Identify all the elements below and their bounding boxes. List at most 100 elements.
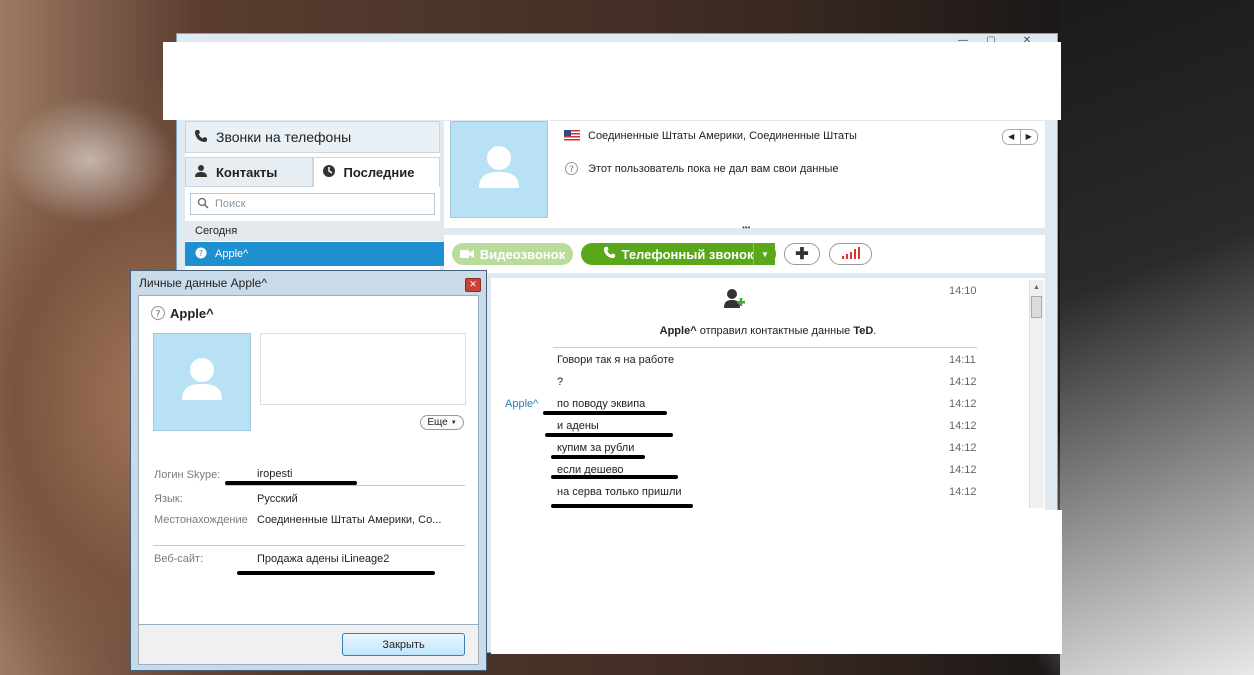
group-header-today: Сегодня [185, 221, 450, 241]
add-button[interactable]: ✚ [784, 243, 820, 265]
phone-call-dropdown[interactable]: ▼ [753, 243, 776, 265]
close-button-label: Закрыть [382, 638, 425, 651]
chat-message-time: 14:12 [949, 442, 977, 454]
profile-pager: ◀ ▶ [1002, 129, 1038, 145]
recent-item-apple[interactable]: ? Apple^ [185, 242, 450, 266]
redaction-mark [551, 455, 645, 459]
person-icon [194, 164, 208, 181]
scroll-up-icon[interactable]: ▲ [1033, 284, 1040, 291]
chat-message-time: 14:12 [949, 420, 977, 432]
redaction-mark [551, 504, 693, 508]
location-label: Местонахождение [154, 514, 248, 526]
plus-icon: ✚ [795, 246, 809, 263]
phone-call-label: Телефонный звонок [621, 246, 754, 262]
scrollbar-thumb[interactable] [1031, 296, 1042, 318]
chat-message: ? [557, 376, 564, 388]
redaction-mark [237, 571, 435, 575]
sidebar: Звонки на телефоны Контакты Последние По… [185, 121, 450, 281]
chat-divider [553, 347, 977, 348]
chat-message-time: 14:11 [949, 354, 976, 366]
chat-message: на серва только пришли [557, 486, 682, 498]
blank-cover-bottom [491, 510, 1062, 654]
redaction-mark [551, 475, 678, 479]
contact-profile-panel: Соединенные Штаты Америки, Соединенные Ш… [444, 121, 1045, 232]
splitter-grip-icon[interactable]: ••• [742, 223, 750, 232]
blank-cover-top [163, 42, 1061, 120]
language-value: Русский [257, 493, 298, 505]
add-contact-icon [723, 288, 745, 313]
profile-notice: Этот пользователь пока не дал вам свои д… [588, 163, 839, 175]
dialog-divider [153, 545, 465, 546]
chat-sender-name[interactable]: Apple^ [505, 398, 538, 410]
close-button[interactable]: Закрыть [342, 633, 465, 656]
phone-icon [194, 129, 208, 146]
search-input[interactable]: Поиск [190, 193, 435, 215]
redaction-mark [543, 411, 667, 415]
chat-message: и адены [557, 420, 599, 432]
chat-header-time: 14:10 [949, 285, 977, 297]
chevron-down-icon: ▼ [450, 419, 457, 426]
website-label: Веб-сайт: [154, 553, 204, 565]
contact-shared-text: отправил контактные данные [699, 325, 851, 337]
svg-text:?: ? [569, 165, 574, 175]
chat-history: 14:10 Apple^ отправил контактные данные … [491, 278, 1045, 510]
chat-message-time: 14:12 [949, 464, 977, 476]
us-flag-icon [564, 130, 580, 144]
website-value[interactable]: Продажа адены iLineage2 [257, 553, 389, 565]
contact-shared-target: TeD [853, 325, 874, 337]
calls-label: Звонки на телефоны [216, 129, 352, 145]
language-label: Язык: [154, 493, 183, 505]
login-value: iropesti [257, 468, 293, 480]
dialog-body: ? Apple^ Еще ▼ Логин Skype: iropesti Язы… [138, 295, 479, 625]
avatar [153, 333, 251, 431]
search-icon [197, 197, 209, 212]
chevron-down-icon: ▼ [761, 249, 769, 259]
contact-shared-suffix: . [873, 325, 877, 337]
video-camera-icon [459, 247, 474, 262]
svg-text:?: ? [199, 249, 203, 258]
contact-shared-sender: Apple^ [659, 325, 697, 337]
dialog-divider [225, 485, 465, 486]
next-arrow-icon[interactable]: ▶ [1021, 130, 1038, 144]
close-icon[interactable]: ✕ [465, 278, 481, 292]
chat-message-time: 14:12 [949, 398, 977, 410]
chat-message-time: 14:12 [949, 376, 977, 388]
phone-call-button[interactable]: Телефонный звонок [581, 243, 775, 265]
chat-message: Говори так я на работе [557, 354, 675, 366]
mood-message-box [260, 333, 466, 405]
tab-recent-label: Последние [343, 165, 415, 180]
dialog-title: Личные данные Apple^ [139, 276, 267, 290]
dialog-contact-name: Apple^ [170, 306, 214, 321]
video-call-button[interactable]: Видеозвонок [452, 243, 573, 265]
login-label: Логин Skype: [154, 469, 221, 481]
background-veil [1060, 0, 1254, 675]
profile-location: Соединенные Штаты Америки, Соединенные Ш… [588, 130, 857, 142]
dialog-footer: Закрыть [138, 625, 479, 665]
avatar [450, 121, 548, 218]
contact-shared-notice: Apple^ отправил контактные данные TeD. [491, 325, 1045, 337]
location-value: Соединенные Штаты Америки, Со... [257, 514, 442, 526]
calls-to-phones-button[interactable]: Звонки на телефоны [185, 121, 440, 153]
tab-recent[interactable]: Последние [312, 157, 440, 187]
svg-text:?: ? [155, 309, 160, 320]
personal-info-dialog: Личные данные Apple^ ✕ ? Apple^ Еще ▼ Ло… [130, 270, 487, 671]
more-button[interactable]: Еще ▼ [420, 415, 464, 430]
skype-status-icon: ? [195, 247, 207, 262]
chat-message: по поводу эквипа [557, 398, 646, 410]
prev-arrow-icon[interactable]: ◀ [1003, 130, 1021, 144]
chat-message-time: 14:12 [949, 486, 977, 498]
call-actions-bar: Видеозвонок Телефонный звонок ▼ ✚ [444, 235, 1045, 273]
call-quality-button[interactable] [829, 243, 872, 265]
chat-message: купим за рубли [557, 442, 635, 454]
phone-icon [603, 246, 616, 262]
more-button-label: Еще [427, 417, 448, 428]
search-placeholder: Поиск [215, 198, 246, 210]
unknown-status-icon: ? [151, 306, 165, 323]
video-call-label: Видеозвонок [479, 246, 566, 262]
redaction-mark [545, 433, 673, 437]
clock-icon [322, 164, 336, 181]
unknown-status-icon: ? [565, 162, 578, 178]
chat-scrollbar[interactable]: ▲ [1029, 280, 1044, 508]
tab-contacts-label: Контакты [216, 164, 278, 180]
tab-contacts[interactable]: Контакты [185, 157, 313, 187]
